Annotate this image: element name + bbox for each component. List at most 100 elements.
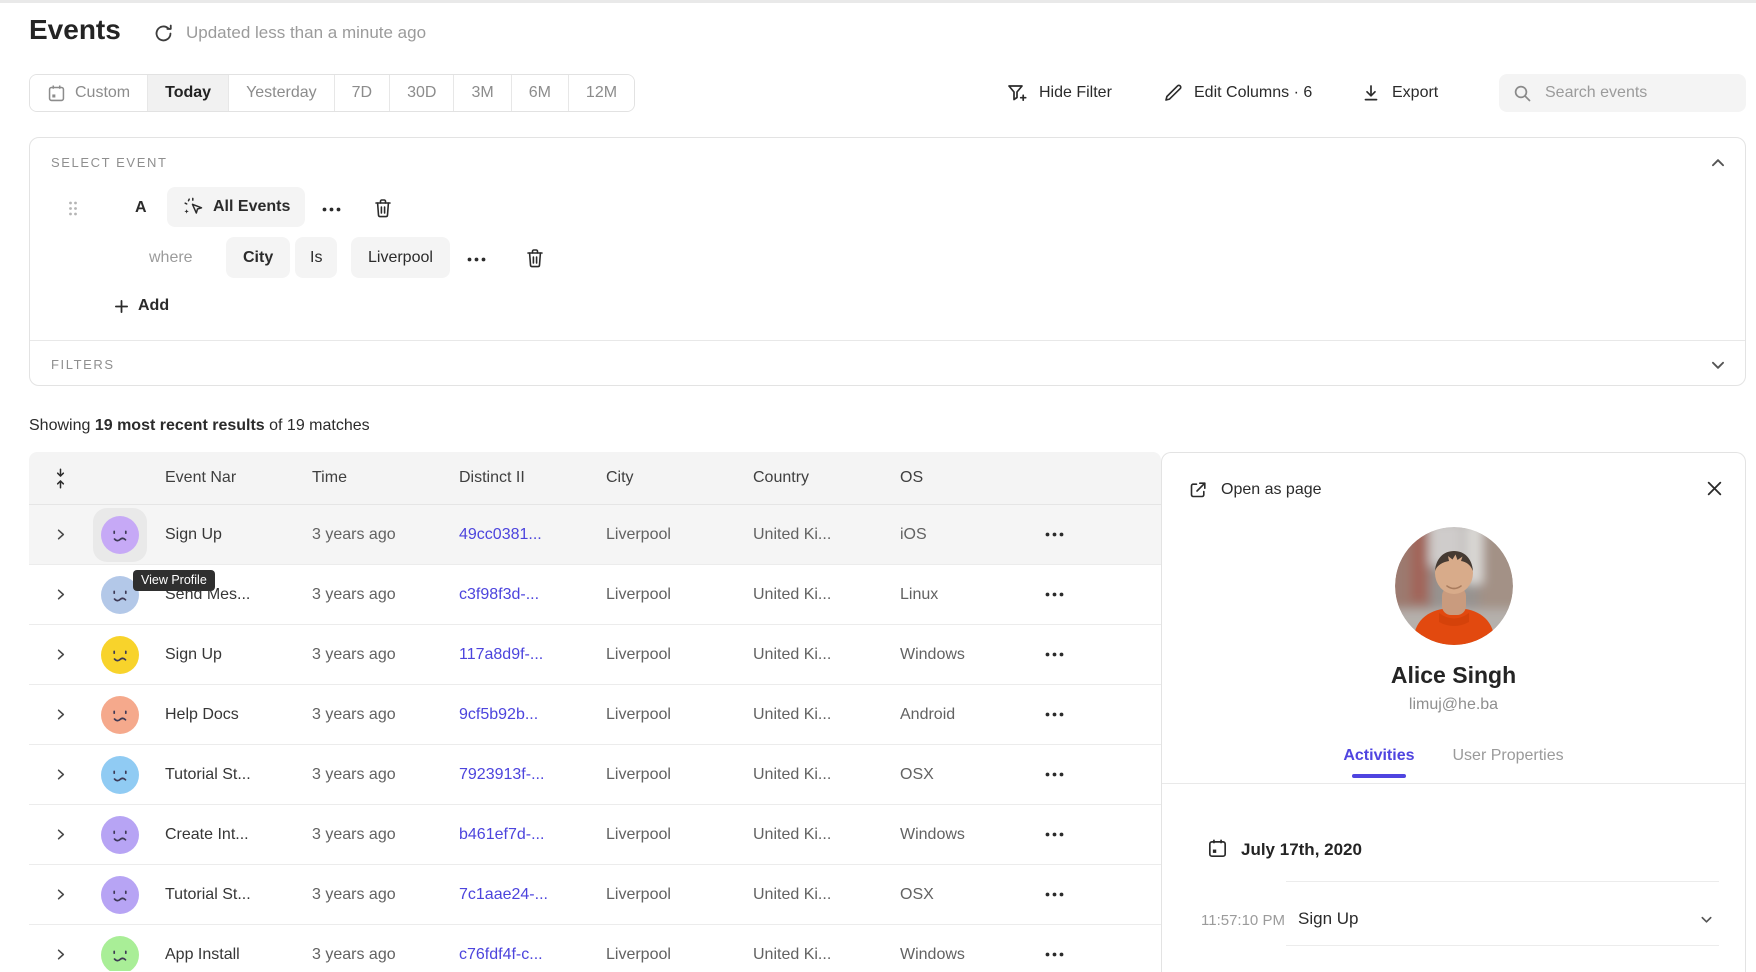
row-expand-button[interactable] bbox=[29, 587, 91, 602]
table-row[interactable]: Create Int... 3 years ago b461ef7d-... L… bbox=[29, 805, 1161, 865]
column-header[interactable]: Country bbox=[737, 469, 884, 487]
delete-filter-button[interactable] bbox=[524, 247, 546, 269]
profile-photo bbox=[1395, 527, 1513, 645]
more-dots-icon bbox=[1045, 592, 1064, 597]
event-selector-button[interactable]: All Events bbox=[167, 187, 305, 227]
filters-label: FILTERS bbox=[51, 357, 115, 372]
delete-event-button[interactable] bbox=[372, 197, 394, 219]
country-value: United Ki... bbox=[737, 946, 884, 964]
row-more-options-button[interactable] bbox=[1045, 652, 1064, 657]
distinct-id-link[interactable]: b461ef7d-... bbox=[443, 826, 590, 844]
row-more-options-button[interactable] bbox=[1045, 952, 1064, 957]
page-title: Events bbox=[29, 14, 121, 46]
table-row[interactable]: Tutorial St... 3 years ago 7923913f-... … bbox=[29, 745, 1161, 805]
table-row[interactable]: Help Docs 3 years ago 9cf5b92b... Liverp… bbox=[29, 685, 1161, 745]
event-name: Help Docs bbox=[149, 706, 296, 724]
row-more-options-button[interactable] bbox=[1045, 832, 1064, 837]
user-avatar[interactable] bbox=[93, 508, 147, 562]
column-header[interactable]: OS bbox=[884, 469, 1031, 487]
user-avatar[interactable] bbox=[100, 935, 140, 972]
row-expand-button[interactable] bbox=[29, 647, 91, 662]
refresh-button[interactable] bbox=[151, 21, 175, 45]
row-more-options-button[interactable] bbox=[1045, 892, 1064, 897]
date-tab-label: 30D bbox=[407, 84, 436, 102]
filter-value-button[interactable]: Liverpool bbox=[351, 237, 450, 278]
plus-icon bbox=[114, 299, 129, 314]
expand-activity-button[interactable] bbox=[1699, 912, 1714, 927]
user-avatar[interactable] bbox=[100, 875, 140, 915]
column-header[interactable]: Distinct II bbox=[443, 469, 590, 487]
distinct-id-link[interactable]: c3f98f3d-... bbox=[443, 586, 590, 604]
filter-operator-button[interactable]: Is bbox=[295, 237, 337, 278]
country-value: United Ki... bbox=[737, 826, 884, 844]
row-expand-button[interactable] bbox=[29, 767, 91, 782]
table-row[interactable]: App Install 3 years ago c76fdf4f-c... Li… bbox=[29, 925, 1161, 971]
distinct-id-link[interactable]: 9cf5b92b... bbox=[443, 706, 590, 724]
row-more-options-button[interactable] bbox=[1045, 592, 1064, 597]
date-tab-12m[interactable]: 12M bbox=[569, 75, 634, 111]
user-avatar[interactable] bbox=[100, 755, 140, 795]
view-profile-tooltip: View Profile bbox=[133, 570, 215, 591]
row-expand-button[interactable] bbox=[29, 887, 91, 902]
hide-filter-button[interactable]: Hide Filter bbox=[1006, 74, 1112, 112]
column-header[interactable]: Event Nar bbox=[149, 469, 296, 487]
date-tab-today[interactable]: Today bbox=[148, 75, 229, 111]
filter-more-options-button[interactable] bbox=[467, 257, 486, 262]
more-dots-icon bbox=[1045, 532, 1064, 537]
user-avatar[interactable] bbox=[100, 635, 140, 675]
distinct-id-link[interactable]: c76fdf4f-c... bbox=[443, 946, 590, 964]
os-value: Windows bbox=[884, 646, 1031, 664]
date-tab-3m[interactable]: 3M bbox=[454, 75, 511, 111]
table-row[interactable]: Tutorial St... 3 years ago 7c1aae24-... … bbox=[29, 865, 1161, 925]
user-avatar[interactable] bbox=[100, 695, 140, 735]
os-value: OSX bbox=[884, 886, 1031, 904]
event-more-options-button[interactable] bbox=[322, 207, 341, 212]
date-tab-7d[interactable]: 7D bbox=[335, 75, 390, 111]
collapse-section-button[interactable] bbox=[1709, 154, 1727, 172]
expand-filters-button[interactable] bbox=[1709, 356, 1727, 374]
date-tab-yesterday[interactable]: Yesterday bbox=[229, 75, 335, 111]
search-box[interactable] bbox=[1499, 74, 1746, 112]
sort-rows-button[interactable] bbox=[29, 467, 91, 490]
open-as-page-button[interactable]: Open as page bbox=[1188, 480, 1322, 500]
date-tab-6m[interactable]: 6M bbox=[512, 75, 569, 111]
event-name: Create Int... bbox=[149, 826, 296, 844]
tab-user-properties[interactable]: User Properties bbox=[1452, 747, 1563, 780]
event-time: 3 years ago bbox=[296, 886, 443, 904]
profile-name: Alice Singh bbox=[1162, 662, 1745, 689]
table-row[interactable]: Sign Up 3 years ago 117a8d9f-... Liverpo… bbox=[29, 625, 1161, 685]
drag-handle-icon[interactable] bbox=[67, 200, 79, 217]
distinct-id-link[interactable]: 7c1aae24-... bbox=[443, 886, 590, 904]
chevron-right-icon bbox=[53, 827, 68, 842]
country-value: United Ki... bbox=[737, 526, 884, 544]
activity-date: July 17th, 2020 bbox=[1241, 840, 1362, 860]
column-header[interactable]: City bbox=[590, 469, 737, 487]
filter-plus-icon bbox=[1006, 82, 1028, 104]
os-value: Windows bbox=[884, 946, 1031, 964]
user-avatar[interactable] bbox=[100, 815, 140, 855]
date-tab-30d[interactable]: 30D bbox=[390, 75, 454, 111]
city-value: Liverpool bbox=[590, 946, 737, 964]
filter-property-button[interactable]: City bbox=[226, 237, 290, 278]
row-expand-button[interactable] bbox=[29, 947, 91, 962]
column-header[interactable]: Time bbox=[296, 469, 443, 487]
table-row[interactable]: Sign Up 3 years ago 49cc0381... Liverpoo… bbox=[29, 505, 1161, 565]
row-more-options-button[interactable] bbox=[1045, 532, 1064, 537]
export-button[interactable]: Export bbox=[1361, 74, 1438, 112]
date-tab-custom[interactable]: Custom bbox=[30, 75, 148, 111]
trash-icon bbox=[372, 197, 394, 219]
distinct-id-link[interactable]: 117a8d9f-... bbox=[443, 646, 590, 664]
row-more-options-button[interactable] bbox=[1045, 772, 1064, 777]
edit-columns-button[interactable]: Edit Columns · 6 bbox=[1163, 74, 1312, 112]
close-panel-button[interactable] bbox=[1706, 480, 1723, 497]
row-expand-button[interactable] bbox=[29, 827, 91, 842]
row-more-options-button[interactable] bbox=[1045, 712, 1064, 717]
row-expand-button[interactable] bbox=[29, 707, 91, 722]
search-input[interactable] bbox=[1543, 83, 1754, 103]
add-query-row-button[interactable]: Add bbox=[114, 297, 169, 315]
distinct-id-link[interactable]: 7923913f-... bbox=[443, 766, 590, 784]
row-expand-button[interactable] bbox=[29, 527, 91, 542]
city-value: Liverpool bbox=[590, 706, 737, 724]
distinct-id-link[interactable]: 49cc0381... bbox=[443, 526, 590, 544]
tab-activities[interactable]: Activities bbox=[1343, 747, 1414, 780]
